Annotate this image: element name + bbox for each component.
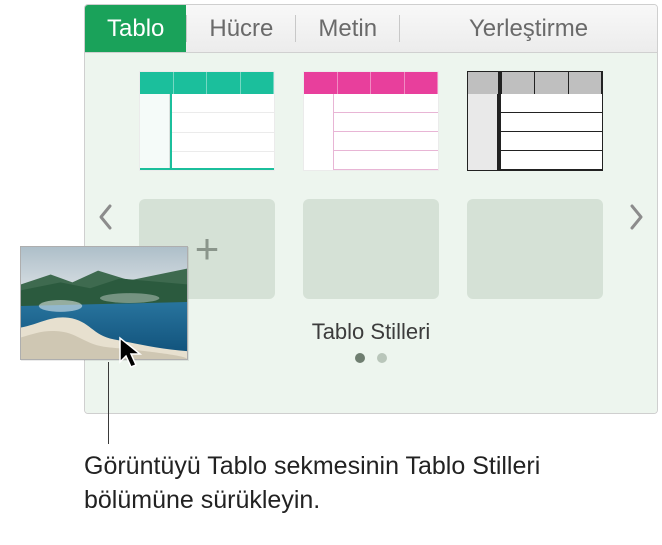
chevron-right-icon[interactable]: [627, 203, 645, 238]
table-style-grey[interactable]: [467, 71, 603, 171]
section-title: Tablo Stilleri: [137, 319, 605, 345]
dragged-image-thumbnail[interactable]: [20, 246, 188, 360]
tab-arrange[interactable]: Yerleştirme: [400, 5, 657, 52]
chevron-left-icon[interactable]: [97, 203, 115, 238]
tab-cell[interactable]: Hücre: [187, 5, 295, 52]
style-pager: [137, 353, 605, 363]
style-thumb-row: +: [137, 199, 605, 299]
inspector-tabbar: Tablo Hücre Metin Yerleştirme: [85, 5, 657, 53]
callout-text: Görüntüyü Tablo sekmesinin Tablo Stiller…: [84, 450, 604, 518]
empty-style-slot[interactable]: [303, 199, 439, 299]
style-thumb-row: [137, 71, 605, 171]
tab-table[interactable]: Tablo: [85, 5, 186, 52]
tab-text[interactable]: Metin: [296, 5, 399, 52]
callout-leader-line: [108, 362, 109, 444]
plus-icon: +: [195, 228, 220, 270]
pager-dot[interactable]: [355, 353, 365, 363]
pager-dot[interactable]: [377, 353, 387, 363]
empty-style-slot[interactable]: [467, 199, 603, 299]
table-style-teal[interactable]: [139, 71, 275, 171]
table-style-pink[interactable]: [303, 71, 439, 171]
